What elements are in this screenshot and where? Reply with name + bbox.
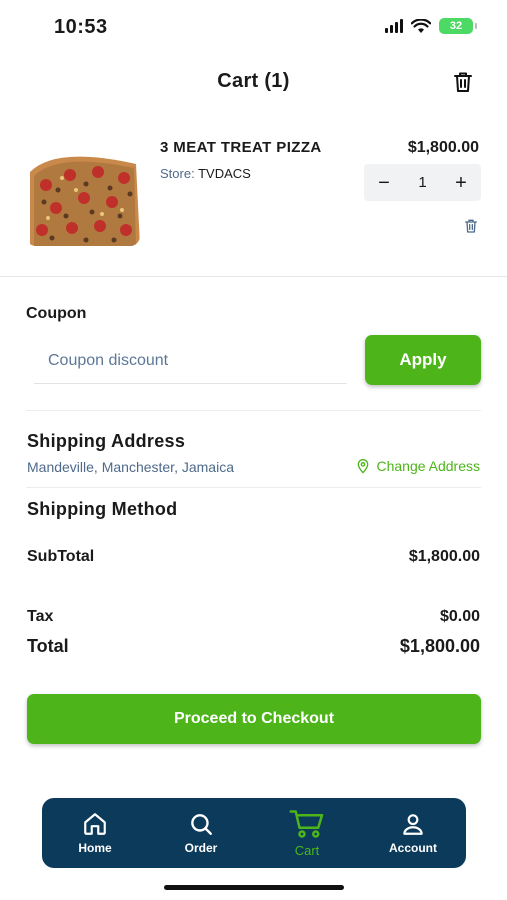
page-title: Cart (1) <box>217 70 290 92</box>
coupon-label: Coupon <box>26 305 87 322</box>
shipping-address-title: Shipping Address <box>27 431 186 451</box>
shipping-address-value: Mandeville, Manchester, Jamaica <box>27 459 234 475</box>
header: Cart (1) <box>0 62 507 102</box>
proceed-to-checkout-button[interactable]: Proceed to Checkout <box>27 694 481 744</box>
tab-order-label: Order <box>184 841 218 855</box>
tab-home-label: Home <box>78 841 112 855</box>
location-pin-icon <box>358 459 369 474</box>
total-label: Total <box>27 636 69 656</box>
item-store: Store: TVDACS <box>160 166 251 181</box>
tab-order[interactable]: Order <box>156 811 246 855</box>
quantity-stepper: − 1 + <box>364 164 481 201</box>
total-row: Total $1,800.00 <box>27 636 480 657</box>
home-icon <box>84 813 106 835</box>
divider <box>26 487 481 488</box>
total-value: $1,800.00 <box>399 636 480 656</box>
tax-row: Tax $0.00 <box>27 608 480 626</box>
clear-cart-trash-icon[interactable] <box>451 70 475 94</box>
change-address-label: Change Address <box>376 458 480 474</box>
item-name: 3 MEAT TREAT PIZZA <box>160 139 322 156</box>
subtotal-value: $1,800.00 <box>408 548 480 565</box>
tab-cart[interactable]: Cart <box>262 809 352 858</box>
tax-label: Tax <box>27 608 54 625</box>
subtotal-row: SubTotal $1,800.00 <box>27 548 480 566</box>
remove-item-trash-icon[interactable] <box>463 218 479 234</box>
battery-icon: 32 <box>439 18 477 34</box>
home-indicator <box>164 885 344 890</box>
tab-account-label: Account <box>389 841 437 855</box>
cart-item: 3 MEAT TREAT PIZZA Store: TVDACS $1,800.… <box>0 130 507 270</box>
status-icons: 32 <box>385 18 477 34</box>
status-time: 10:53 <box>54 16 108 38</box>
tax-value: $0.00 <box>439 608 480 625</box>
search-icon <box>191 814 212 835</box>
change-address-link[interactable]: Change Address <box>355 458 480 474</box>
item-price: $1,800.00 <box>407 139 479 156</box>
quantity-value: 1 <box>418 174 427 191</box>
cart-icon <box>289 809 324 838</box>
shipping-method-title: Shipping Method <box>27 499 178 519</box>
tab-cart-label: Cart <box>294 842 320 858</box>
subtotal-label: SubTotal <box>27 548 95 565</box>
user-icon <box>403 814 423 835</box>
tab-home[interactable]: Home <box>50 811 140 855</box>
tab-account[interactable]: Account <box>368 811 458 855</box>
store-name: TVDACS <box>198 166 251 181</box>
decrement-button[interactable]: − <box>376 173 392 193</box>
divider <box>26 410 481 411</box>
pizza-image <box>26 150 140 246</box>
apply-coupon-button[interactable]: Apply <box>365 335 481 385</box>
increment-button[interactable]: + <box>453 173 469 193</box>
signal-icon <box>385 19 403 33</box>
status-bar: 10:53 32 <box>0 0 507 56</box>
store-label: Store: <box>160 166 195 181</box>
bottom-tab-bar: Home Order Cart Account <box>42 798 466 868</box>
section-divider <box>0 276 507 277</box>
wifi-icon <box>411 18 431 33</box>
coupon-input[interactable] <box>34 338 347 384</box>
